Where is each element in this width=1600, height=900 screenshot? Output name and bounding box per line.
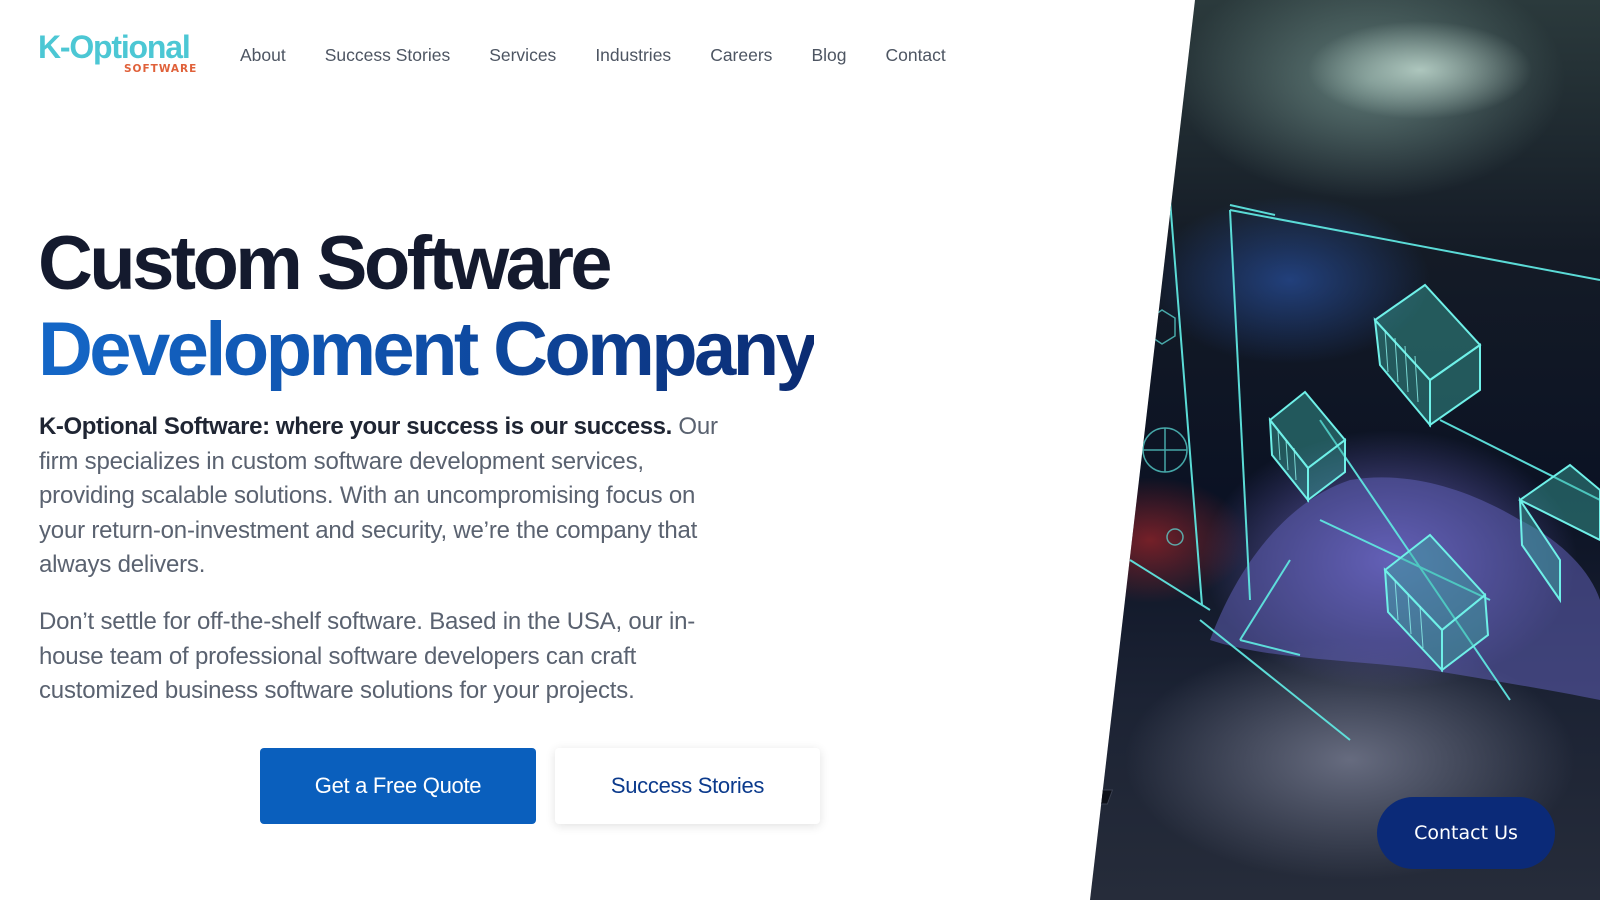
main-navigation: About Success Stories Services Industrie… xyxy=(240,44,985,66)
hero-title: Custom Software Development Company xyxy=(38,221,818,394)
site-logo[interactable]: K-Optional SOFTWARE xyxy=(38,30,198,78)
logo-subtitle: SOFTWARE xyxy=(124,63,198,75)
hero-intro-paragraph: K-Optional Software: where your success … xyxy=(39,410,744,583)
get-free-quote-button[interactable]: Get a Free Quote xyxy=(260,748,536,824)
floating-contact-us-button[interactable]: Contact Us xyxy=(1377,797,1555,869)
nav-item-about[interactable]: About xyxy=(240,44,286,66)
hologram-cubes-graphic xyxy=(1090,199,1600,805)
nav-item-blog[interactable]: Blog xyxy=(811,44,846,66)
logo-wordmark: K-Optional xyxy=(38,29,191,65)
nav-item-success-stories[interactable]: Success Stories xyxy=(325,44,450,66)
hero-image-laptop-hologram xyxy=(1090,0,1600,900)
hero-intro-tagline: K-Optional Software: where your success … xyxy=(39,413,672,440)
hero-second-paragraph: Don’t settle for off-the-shelf software.… xyxy=(39,608,696,704)
hero-title-line1: Custom Software xyxy=(38,221,613,306)
nav-item-careers[interactable]: Careers xyxy=(710,44,772,66)
nav-item-contact[interactable]: Contact xyxy=(885,44,945,66)
nav-item-services[interactable]: Services xyxy=(489,44,556,66)
hero-title-line2: Development Company xyxy=(38,307,818,392)
success-stories-button[interactable]: Success Stories xyxy=(555,748,820,824)
nav-item-industries[interactable]: Industries xyxy=(595,44,671,66)
